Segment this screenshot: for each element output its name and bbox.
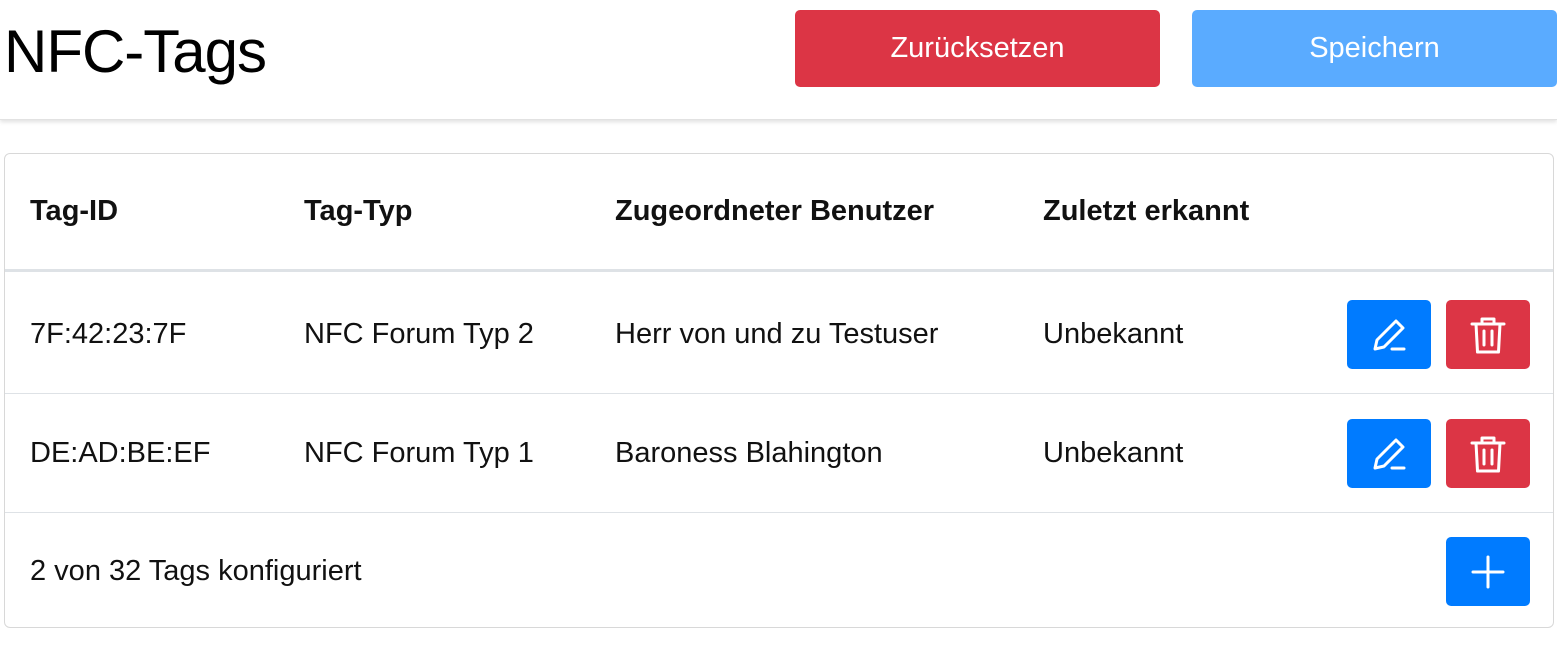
reset-button[interactable]: Zurücksetzen — [795, 10, 1160, 87]
table-row: 7F:42:23:7F NFC Forum Typ 2 Herr von und… — [5, 275, 1553, 394]
last-seen-cell: Unbekannt — [1043, 436, 1184, 469]
assigned-user-cell: Baroness Blahington — [615, 436, 883, 469]
pencil-icon — [1373, 438, 1406, 469]
edit-button[interactable] — [1347, 419, 1431, 488]
column-header-tag-id: Tag-ID — [30, 195, 119, 227]
last-seen-cell: Unbekannt — [1043, 317, 1184, 350]
nfc-tags-table-card: Tag-ID Tag-Typ Zugeordneter Benutzer Zul… — [4, 153, 1554, 628]
table-header-row: Tag-ID Tag-Typ Zugeordneter Benutzer Zul… — [5, 154, 1553, 272]
save-button[interactable]: Speichern — [1192, 10, 1557, 87]
add-tag-button[interactable] — [1446, 537, 1530, 606]
edit-button[interactable] — [1347, 300, 1431, 369]
page-header: NFC-Tags Zurücksetzen Speichern — [0, 0, 1557, 120]
delete-button[interactable] — [1446, 300, 1530, 369]
plus-icon — [1471, 555, 1505, 588]
delete-button[interactable] — [1446, 419, 1530, 488]
table-row: DE:AD:BE:EF NFC Forum Typ 1 Baroness Bla… — [5, 394, 1553, 513]
column-header-last-seen: Zuletzt erkannt — [1043, 195, 1250, 227]
assigned-user-cell: Herr von und zu Testuser — [615, 317, 939, 350]
tag-id-cell: DE:AD:BE:EF — [30, 436, 211, 469]
tag-type-cell: NFC Forum Typ 2 — [304, 317, 534, 350]
trash-icon — [1470, 317, 1506, 353]
pencil-icon — [1373, 319, 1406, 350]
tag-type-cell: NFC Forum Typ 1 — [304, 436, 534, 469]
column-header-tag-type: Tag-Typ — [304, 195, 413, 227]
column-header-assigned-user: Zugeordneter Benutzer — [615, 195, 935, 227]
trash-icon — [1470, 436, 1506, 472]
page-title: NFC-Tags — [4, 18, 267, 85]
tag-count-text: 2 von 32 Tags konfiguriert — [30, 554, 362, 587]
tag-id-cell: 7F:42:23:7F — [30, 317, 187, 350]
table-footer-row: 2 von 32 Tags konfiguriert — [5, 513, 1553, 627]
